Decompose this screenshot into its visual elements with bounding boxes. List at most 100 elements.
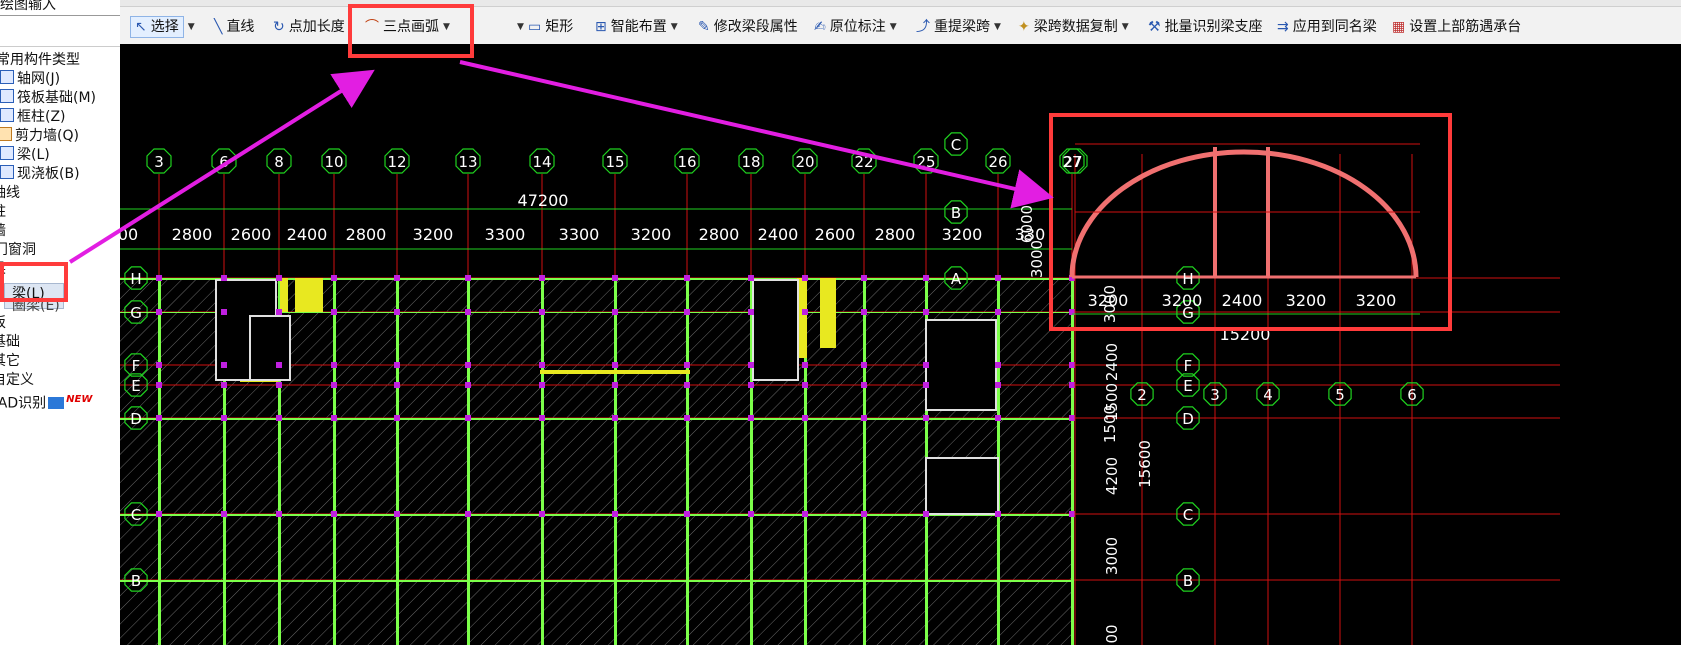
column-icon [0,108,14,122]
row-letter: F [132,357,141,375]
vertical-dimension: 00 [1103,624,1121,643]
chevron-down-icon[interactable]: ▼ [890,16,897,38]
column-marker [1069,511,1075,517]
right-axis-number: 6 [1407,386,1417,404]
column-marker [465,415,471,421]
column-marker [156,511,162,517]
right-row-letter: B [1183,572,1193,590]
support-icon: ⚒ [1148,19,1161,35]
axis-number: 18 [741,153,760,171]
grid-icon [0,70,14,84]
right-row-letter: F [1184,357,1193,375]
row-letter: G [130,304,142,322]
column-marker [861,362,867,368]
tree-category-other[interactable]: 其它 [0,352,20,371]
row-letter: B [131,572,141,590]
tree-category-foundation[interactable]: 基础 [0,333,20,352]
tree-category-column[interactable]: 柱 [0,203,6,222]
chevron-down-icon[interactable]: ▼ [671,16,678,38]
smart-layout-button[interactable]: ⊞ 智能布置 ▼ [595,16,678,38]
column-marker [612,275,618,281]
column-marker [331,382,337,388]
axis-number: 13 [458,153,477,171]
in-situ-annotation-button[interactable]: ✍ 原位标注 ▼ [814,16,897,38]
span-dimension: 2800 [172,225,213,244]
span-dimension: 2800 [346,225,387,244]
beam-line-v [333,278,336,645]
beam-line-v [1071,278,1074,645]
line-icon: ╲ [214,19,223,35]
tree-item-raft-foundation[interactable]: 筏板基础(M) [0,89,96,108]
copy-span-data-button[interactable]: ✦ 梁跨数据复制 ▼ [1018,16,1129,38]
column-marker [923,309,929,315]
batch-identify-support-button[interactable]: ⚒ 批量识别梁支座 [1148,16,1263,38]
tree-item-shear-wall[interactable]: 剪力墙(Q) [0,127,79,146]
beam-icon [0,146,14,160]
column-marker [861,415,867,421]
span-dimension: 3200 [631,225,672,244]
row-letter: H [130,270,141,288]
column-marker [995,309,1001,315]
cursor-icon: ↖ [135,19,147,35]
edit-icon: ✎ [698,19,710,35]
chevron-down-icon: ▼ [517,22,524,32]
beam-line-v [614,278,617,645]
axis-number: 22 [854,153,873,171]
column-marker [221,511,227,517]
column-marker [802,275,808,281]
apply-same-name-button[interactable]: ⇉ 应用到同名梁 [1277,16,1377,38]
column-marker [221,362,227,368]
set-upper-rebar-button[interactable]: ▦ 设置上部筋遇承台 [1392,16,1521,38]
tree-category-cad-identify[interactable]: CAD识别NEW [0,390,92,412]
column-marker [995,275,1001,281]
column-marker [276,275,282,281]
column-marker [156,382,162,388]
tree-item-beam[interactable]: 梁(L) [0,146,50,165]
modify-beam-props-button[interactable]: ✎ 修改梁段属性 [698,16,798,38]
column-marker [221,415,227,421]
highlight-beam-tree-item [0,262,68,302]
column-marker [539,275,545,281]
column-marker [612,362,618,368]
column-marker [802,415,808,421]
tree-category-axis[interactable]: 轴线 [0,184,20,203]
wall-segment [540,370,690,374]
vertical-dimension: 1500 [1101,405,1119,443]
chevron-down-icon[interactable]: ▼ [994,16,1001,38]
column-marker [539,382,545,388]
tree-item-slab[interactable]: 现浇板(B) [0,165,80,184]
vertical-dimension: 2400 [1103,343,1121,381]
wall-segment [295,278,323,312]
span-dimension: 3300 [559,225,600,244]
beam-line-v [467,278,470,645]
span-dimension: 2600 [231,225,272,244]
line-tool-button[interactable]: ╲ 直线 [214,16,254,38]
point-length-icon: ↻ [273,19,285,35]
select-tool-button[interactable]: ↖ 选择 ▼ [130,16,195,38]
column-marker [539,415,545,421]
column-marker [1069,362,1075,368]
re-extract-span-button[interactable]: ⤴ 重提梁跨 ▼ [916,16,1001,38]
tree-category-slab[interactable]: 板 [0,314,6,333]
chevron-down-icon[interactable]: ▼ [188,16,195,38]
tree-category-door-window[interactable]: 门窗洞 [0,241,36,260]
column-marker [612,415,618,421]
span-dimension: 2400 [287,225,328,244]
column-marker [802,511,808,517]
chevron-down-icon[interactable]: ▼ [1122,16,1129,38]
rectangle-tool-button[interactable]: ▭ 矩形 [528,16,573,38]
tree-item-column[interactable]: 框柱(Z) [0,108,66,127]
right-axis-number: 3 [1210,386,1220,404]
column-marker [276,309,282,315]
arc-dropdown-button[interactable]: ▼ [513,16,524,38]
vertical-dimension: 6000 [1018,205,1036,243]
point-length-button[interactable]: ↻ 点加长度 [273,16,345,38]
span-dimension: 2800 [875,225,916,244]
tree-category-custom[interactable]: 自定义 [0,371,34,390]
tree-category-wall[interactable]: 墙 [0,222,6,241]
shear-wall-icon [0,127,12,141]
raft-foundation-icon [0,89,14,103]
column-marker [276,362,282,368]
tree-group-common-types[interactable]: 常用构件类型 [0,51,80,70]
tree-item-grid[interactable]: 轴网(J) [0,70,60,89]
